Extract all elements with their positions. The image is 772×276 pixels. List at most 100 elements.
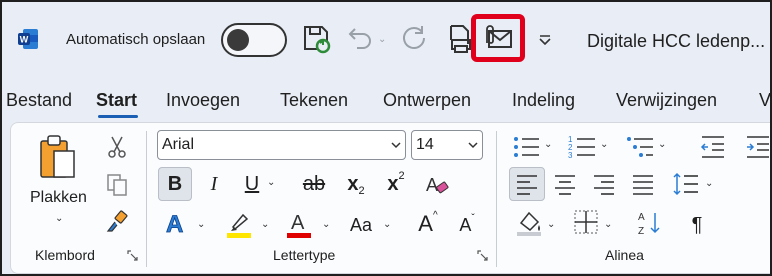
group-separator [496,131,497,267]
paste-label[interactable]: Plakken [30,189,87,207]
save-icon[interactable] [300,22,334,56]
bullets-icon[interactable] [511,133,541,161]
underline-button[interactable]: U [239,169,265,199]
text-effects-chevron-icon[interactable]: ⌄ [197,219,205,230]
svg-text:3: 3 [568,151,573,160]
clear-formatting-icon[interactable]: A [423,171,451,199]
cut-icon[interactable] [107,135,127,159]
svg-text:A: A [426,175,438,195]
subscript-icon: x [347,172,359,195]
align-left-button[interactable] [509,167,545,201]
multilevel-list-icon[interactable] [625,133,655,161]
undo-chevron-icon[interactable]: ⌄ [378,34,386,45]
font-name-combo[interactable]: Arial [157,130,406,160]
multilevel-chevron-icon[interactable]: ⌄ [658,139,666,150]
underline-chevron-icon[interactable]: ⌄ [267,177,275,188]
grow-font-icon: A [418,211,433,236]
bold-icon: B [167,172,183,195]
change-case-button[interactable]: Aa [345,211,377,239]
svg-text:A: A [291,212,305,234]
svg-text:A: A [638,212,645,223]
bullets-chevron-icon[interactable]: ⌄ [544,139,552,150]
svg-text:W: W [20,35,29,45]
font-group-label: Lettertype [273,247,336,263]
align-right-icon[interactable] [592,173,616,195]
line-spacing-icon[interactable] [672,171,700,197]
italic-button[interactable]: I [201,169,227,199]
word-window: W Automatisch opslaan ⌄ Digitale HCC led… [2,2,770,274]
tab-tekenen[interactable]: Tekenen [280,90,348,111]
grow-font-button[interactable]: A ^ [413,209,443,239]
highlight-color-icon[interactable] [225,209,253,239]
format-painter-icon[interactable] [105,210,129,234]
document-title[interactable]: Digitale HCC ledenp... [587,31,765,52]
text-effects-icon[interactable]: A [164,209,190,237]
shading-icon[interactable] [515,209,543,237]
customize-toolbar-icon[interactable] [538,35,552,45]
ribbon: Plakken ⌄ Klembord Arial 14 B I U ⌄ ab x… [10,122,770,274]
borders-chevron-icon[interactable]: ⌄ [604,219,612,230]
toggle-knob [227,29,249,51]
font-color-chevron-icon[interactable]: ⌄ [322,219,330,230]
highlight-chevron-icon[interactable]: ⌄ [261,219,269,230]
svg-text:Z: Z [638,226,644,237]
superscript-mark: 2 [398,170,405,182]
tab-start[interactable]: Start [96,90,137,111]
show-marks-button[interactable]: ¶ [685,211,709,239]
shrink-font-icon: A [459,214,472,235]
tab-ontwerpen[interactable]: Ontwerpen [383,90,471,111]
shading-chevron-icon[interactable]: ⌄ [547,219,555,230]
copy-icon[interactable] [106,173,128,197]
font-size-value: 14 [416,136,434,153]
tab-verwijzingen[interactable]: Verwijzingen [616,90,717,111]
word-app-icon[interactable]: W [16,27,40,51]
paste-icon[interactable] [38,133,82,187]
decrease-indent-icon[interactable] [700,133,726,161]
justify-icon[interactable] [631,173,655,195]
superscript-icon: x [387,172,399,195]
shrink-caret-icon: ˇ [471,212,475,224]
tab-bestand[interactable]: Bestand [6,90,72,111]
autosave-label: Automatisch opslaan [66,31,206,48]
group-separator [146,131,147,267]
sort-icon[interactable]: A Z [637,209,663,237]
subscript-button[interactable]: x 2 [341,169,371,199]
underline-icon: U [244,172,260,195]
font-launcher-icon[interactable] [477,250,488,261]
font-color-icon[interactable]: A [285,209,313,239]
align-center-icon[interactable] [553,173,577,195]
align-left-icon [517,175,537,195]
increase-indent-icon[interactable] [745,133,770,161]
change-case-icon: Aa [349,214,373,235]
font-name-value: Arial [162,136,195,153]
grow-caret-icon: ^ [432,209,438,221]
tab-indeling[interactable]: Indeling [512,90,575,111]
shrink-font-button[interactable]: A ˇ [453,211,481,239]
title-bar: W Automatisch opslaan ⌄ Digitale HCC led… [2,2,770,78]
tab-overflow[interactable]: V [759,90,770,111]
ribbon-tabs: Bestand Start Invoegen Tekenen Ontwerpen… [2,85,770,118]
font-name-chevron-icon[interactable] [390,139,402,151]
borders-icon[interactable] [573,209,599,237]
superscript-button[interactable]: x 2 [381,169,411,199]
change-case-chevron-icon[interactable]: ⌄ [383,219,391,230]
paste-chevron-icon[interactable]: ⌄ [55,213,63,224]
numbering-icon[interactable]: 1 2 3 [567,133,597,161]
undo-icon[interactable] [342,22,376,56]
font-size-chevron-icon[interactable] [467,139,479,151]
tab-invoegen[interactable]: Invoegen [166,90,240,111]
redo-icon[interactable] [398,22,432,56]
bold-button[interactable]: B [158,167,192,201]
numbering-chevron-icon[interactable]: ⌄ [600,139,608,150]
callout-highlight [471,14,525,62]
paragraph-group-label: Alinea [605,247,644,263]
strikethrough-button[interactable]: ab [297,169,331,199]
line-spacing-chevron-icon[interactable]: ⌄ [705,178,713,189]
autosave-toggle[interactable] [221,23,287,57]
italic-icon: I [210,172,218,195]
svg-text:A: A [166,211,183,237]
strikethrough-icon: ab [302,172,326,195]
clipboard-group-label: Klembord [35,247,95,263]
clipboard-launcher-icon[interactable] [127,250,138,261]
active-tab-indicator [98,115,138,118]
